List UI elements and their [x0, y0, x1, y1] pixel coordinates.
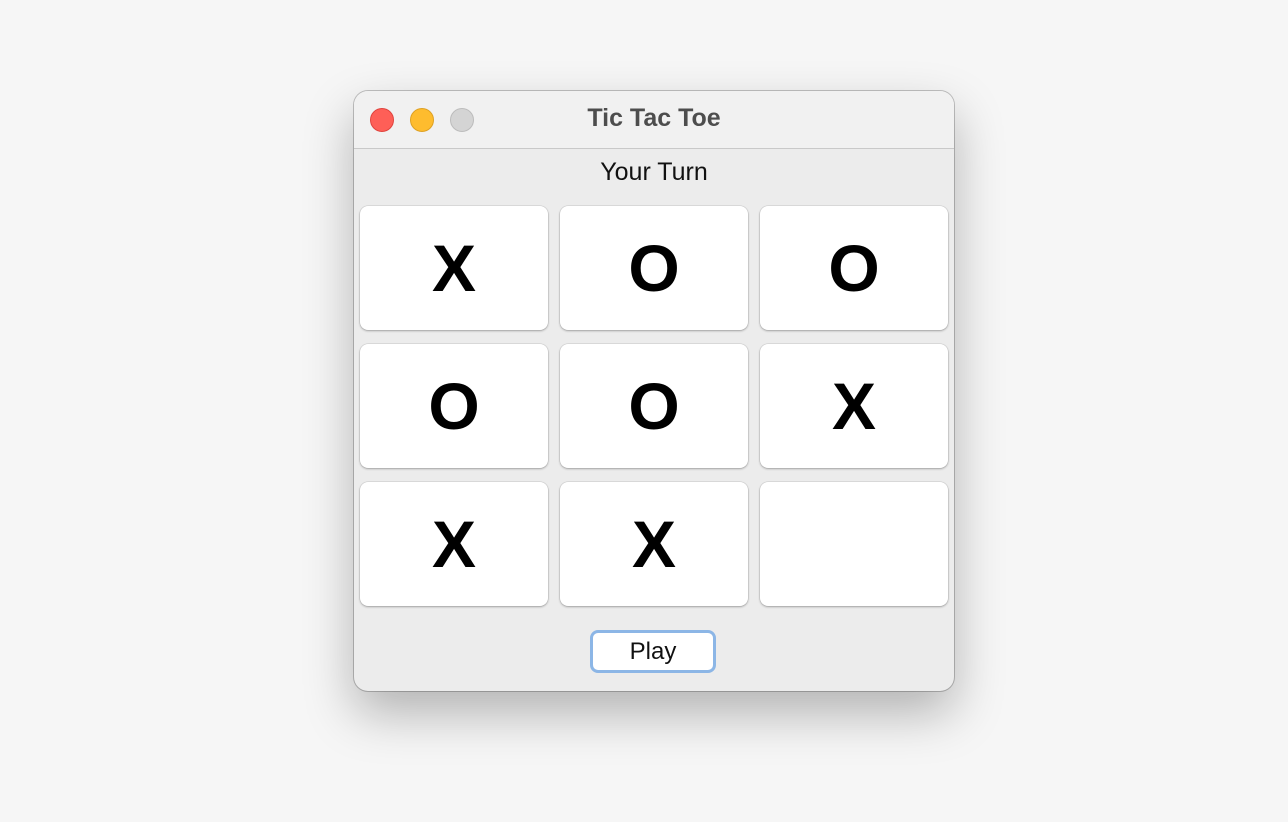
app-window: Tic Tac Toe Your Turn X O O O O X X X Pl… — [354, 91, 954, 691]
title-bar[interactable]: Tic Tac Toe — [354, 91, 954, 149]
board-cell-r1-c3[interactable]: O — [760, 206, 948, 330]
board-cell-r3-c2[interactable]: X — [560, 482, 748, 606]
board-cell-r3-c3[interactable] — [760, 482, 948, 606]
turn-status: Your Turn — [600, 158, 708, 186]
window-title: Tic Tac Toe — [587, 104, 721, 132]
board-cell-r2-c2[interactable]: O — [560, 344, 748, 468]
board-cell-r1-c2[interactable]: O — [560, 206, 748, 330]
board-cell-r2-c3[interactable]: X — [760, 344, 948, 468]
board-cell-r1-c1[interactable]: X — [360, 206, 548, 330]
board-cell-r2-c1[interactable]: O — [360, 344, 548, 468]
play-button[interactable]: Play — [590, 630, 716, 673]
board-cell-r3-c1[interactable]: X — [360, 482, 548, 606]
